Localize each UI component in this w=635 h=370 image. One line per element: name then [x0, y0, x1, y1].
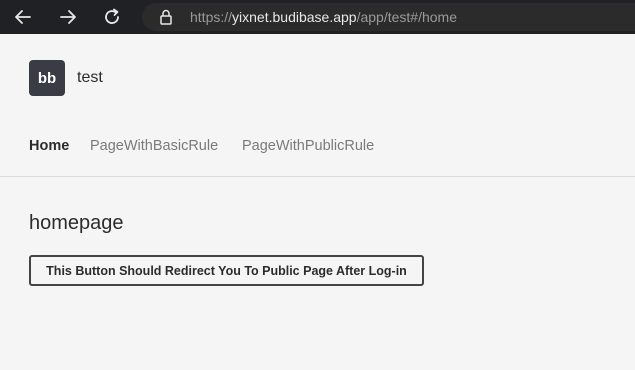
- url-text[interactable]: https://yixnet.budibase.app/app/test#/ho…: [190, 9, 457, 25]
- redirect-button[interactable]: This Button Should Redirect You To Publi…: [29, 255, 424, 286]
- url-scheme: https://: [190, 9, 233, 25]
- url-path: /app/test#/home: [356, 9, 457, 25]
- budibase-logo-icon[interactable]: bb: [29, 60, 65, 96]
- arrow-left-icon[interactable]: [12, 6, 34, 28]
- nav-link-page-with-basic-rule[interactable]: PageWithBasicRule: [90, 137, 218, 155]
- lock-icon[interactable]: [159, 9, 173, 25]
- logo-text: bb: [38, 70, 56, 86]
- app-header: bb test Home PageWithBasicRule PageWithP…: [0, 34, 635, 177]
- nav-link-page-with-public-rule[interactable]: PageWithPublicRule: [242, 137, 374, 155]
- reload-icon[interactable]: [101, 6, 123, 28]
- url-host: yixnet.budibase.app: [232, 9, 357, 25]
- address-bar[interactable]: https://yixnet.budibase.app/app/test#/ho…: [142, 3, 635, 31]
- browser-toolbar: https://yixnet.budibase.app/app/test#/ho…: [0, 0, 635, 34]
- page-heading: homepage: [29, 212, 124, 234]
- app-title: test: [77, 69, 103, 86]
- nav-link-home[interactable]: Home: [29, 137, 69, 155]
- arrow-right-icon[interactable]: [57, 6, 79, 28]
